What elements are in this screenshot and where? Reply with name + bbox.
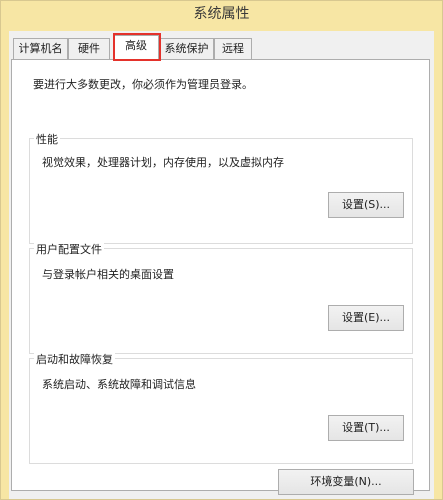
performance-settings-button[interactable]: 设置(S)... xyxy=(328,192,404,218)
user-profiles-group: 用户配置文件 与登录帐户相关的桌面设置 设置(E)... xyxy=(29,241,413,354)
startup-recovery-settings-button[interactable]: 设置(T)... xyxy=(328,415,404,441)
user-profiles-settings-button[interactable]: 设置(E)... xyxy=(328,305,404,331)
dialog-client-area: 计算机名 硬件 高级 系统保护 远程 要进行大多数更改，你必须作为管理员登录。 … xyxy=(9,31,434,499)
startup-recovery-group: 启动和故障恢复 系统启动、系统故障和调试信息 设置(T)... xyxy=(29,351,413,464)
tab-remote[interactable]: 远程 xyxy=(214,38,252,59)
tab-computer-name[interactable]: 计算机名 xyxy=(13,38,68,59)
tab-hardware[interactable]: 硬件 xyxy=(68,38,110,59)
performance-group-title: 性能 xyxy=(34,131,60,147)
window-frame-right xyxy=(434,31,442,499)
advanced-tab-panel: 要进行大多数更改，你必须作为管理员登录。 性能 视觉效果，处理器计划，内存使用，… xyxy=(11,59,430,495)
tab-advanced-highlight xyxy=(113,33,161,61)
performance-group: 性能 视觉效果，处理器计划，内存使用，以及虚拟内存 设置(S)... xyxy=(29,131,413,244)
user-profiles-group-title: 用户配置文件 xyxy=(34,241,104,257)
environment-variables-button[interactable]: 环境变量(N)... xyxy=(278,469,414,495)
admin-notice: 要进行大多数更改，你必须作为管理员登录。 xyxy=(33,78,253,91)
tab-system-protection[interactable]: 系统保护 xyxy=(159,38,214,59)
system-properties-window: 系统属性 计算机名 硬件 高级 系统保护 远程 要进行大多数更改，你必须作为管理… xyxy=(0,0,443,500)
startup-recovery-group-title: 启动和故障恢复 xyxy=(34,351,115,367)
startup-recovery-description: 系统启动、系统故障和调试信息 xyxy=(42,378,196,391)
window-title: 系统属性 xyxy=(1,1,442,31)
window-frame-left xyxy=(1,31,9,499)
performance-description: 视觉效果，处理器计划，内存使用，以及虚拟内存 xyxy=(42,156,284,169)
tab-strip: 计算机名 硬件 高级 系统保护 远程 xyxy=(9,33,434,61)
user-profiles-description: 与登录帐户相关的桌面设置 xyxy=(42,268,174,281)
